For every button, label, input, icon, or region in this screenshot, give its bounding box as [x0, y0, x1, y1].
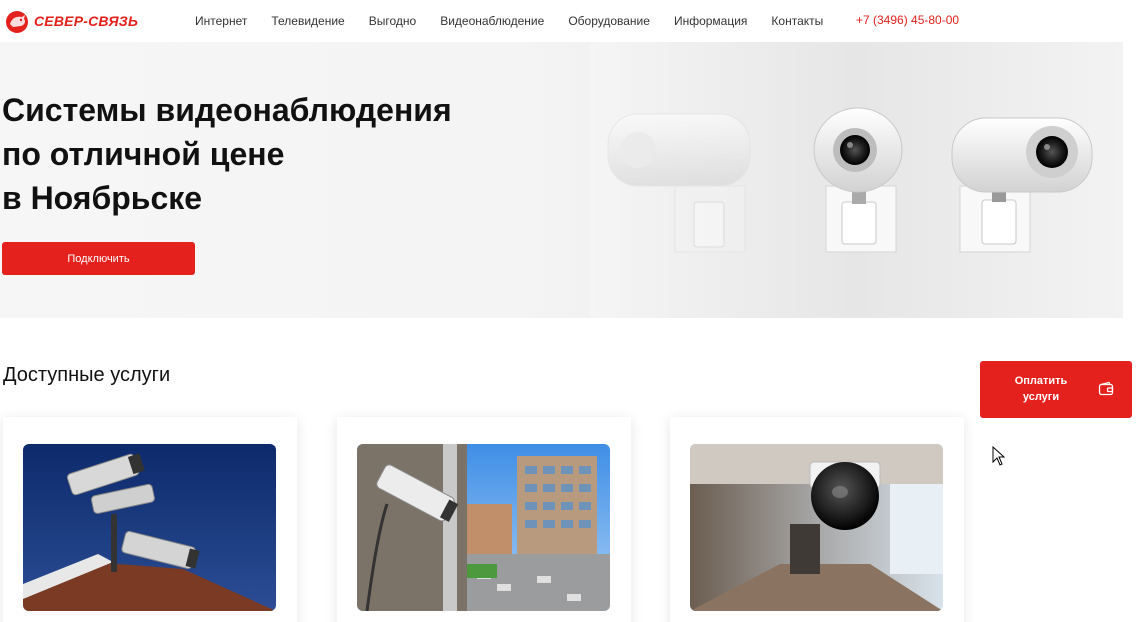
logo-bear-icon — [6, 11, 28, 33]
mouse-cursor-icon — [992, 446, 1006, 466]
connect-button[interactable]: Подключить — [2, 242, 195, 275]
pay-services-button[interactable]: Оплатить услуги — [980, 361, 1132, 418]
hero-title: Системы видеонаблюдения по отличной цене… — [2, 88, 522, 220]
nav-item-tv[interactable]: Телевидение — [271, 14, 344, 28]
hero-title-line: в Ноябрьске — [2, 180, 203, 216]
nav-item-equipment[interactable]: Оборудование — [568, 14, 650, 28]
hero-title-line: Системы видеонаблюдения — [2, 92, 452, 128]
service-card[interactable] — [670, 417, 964, 622]
wallet-icon — [1098, 381, 1114, 396]
nav-item-internet[interactable]: Интернет — [195, 14, 247, 28]
dome-camera-photo — [690, 444, 943, 611]
nav-item-video-surveillance[interactable]: Видеонаблюдение — [440, 14, 544, 28]
hero-cameras-image — [590, 42, 1123, 318]
outdoor-cameras-photo — [23, 444, 276, 611]
phone-link[interactable]: +7 (3496) 45-80-00 — [856, 13, 959, 27]
pay-services-label: Оплатить услуги — [1014, 375, 1068, 403]
hero-title-line: по отличной цене — [2, 136, 285, 172]
logo[interactable]: СЕВЕР-СВЯЗЬ — [4, 7, 138, 35]
main-nav: Интернет Телевидение Выгодно Видеонаблюд… — [195, 0, 847, 42]
nav-item-info[interactable]: Информация — [674, 14, 747, 28]
service-card[interactable] — [3, 417, 297, 622]
nav-item-contacts[interactable]: Контакты — [771, 14, 823, 28]
hero-banner: Системы видеонаблюдения по отличной цене… — [0, 42, 1123, 318]
logo-text: СЕВЕР-СВЯЗЬ — [34, 13, 139, 29]
services-title: Доступные услуги — [3, 364, 171, 386]
building-camera-photo — [357, 444, 610, 611]
nav-item-deals[interactable]: Выгодно — [369, 14, 416, 28]
site-header: СЕВЕР-СВЯЗЬ Интернет Телевидение Выгодно… — [0, 0, 1138, 42]
service-card[interactable] — [337, 417, 631, 622]
